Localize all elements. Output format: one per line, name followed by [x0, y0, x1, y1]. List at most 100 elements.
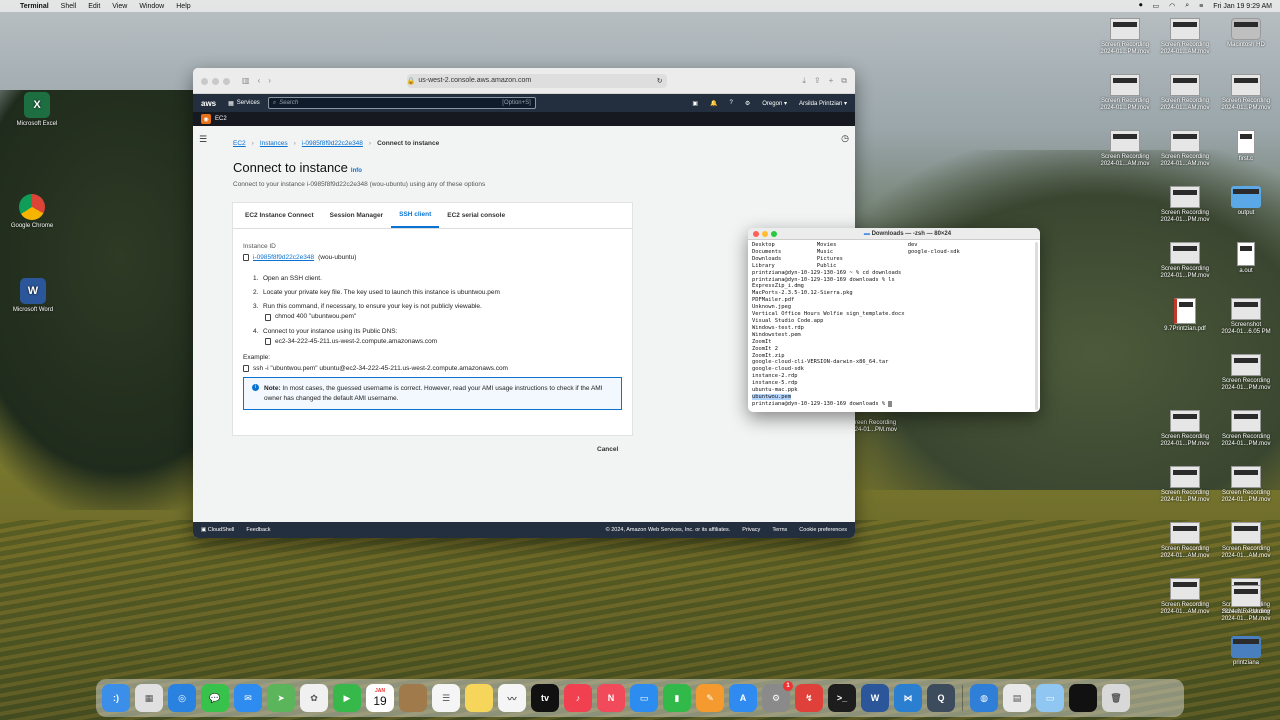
cookie-preferences-link[interactable]: Cookie preferences [799, 527, 847, 533]
desktop-icon-word[interactable]: W Microsoft Word [3, 278, 63, 314]
notes-brown-icon[interactable] [399, 684, 427, 712]
desktop-icon-file[interactable]: Screen Recording 2024-01...AM.mov [1155, 74, 1215, 112]
battery-icon[interactable]: ▭ [1152, 2, 1159, 10]
photos-icon[interactable]: ✿ [300, 684, 328, 712]
network-icon[interactable]: ◍ [970, 684, 998, 712]
cancel-button[interactable]: Cancel [597, 446, 618, 453]
terms-link[interactable]: Terms [772, 527, 787, 533]
menu-item-shell[interactable]: Shell [61, 3, 77, 10]
desktop-icon-file[interactable]: Screen Recording 2024-01...PM.mov [1216, 354, 1276, 392]
reminders-icon[interactable]: ☰ [432, 684, 460, 712]
sidebar-icon[interactable]: ▥ [242, 76, 250, 85]
hamburger-menu-icon[interactable]: ☰ [199, 134, 207, 145]
maps-icon[interactable]: ➤ [267, 684, 295, 712]
region-selector[interactable]: Oregon ▾ [762, 100, 787, 107]
quicktime-icon[interactable]: Q [927, 684, 955, 712]
numbers-icon[interactable]: ▮ [663, 684, 691, 712]
facetime-icon[interactable]: ▶ [333, 684, 361, 712]
word-icon[interactable]: W [861, 684, 889, 712]
folder-icon[interactable]: ▭ [1036, 684, 1064, 712]
menu-clock[interactable]: Fri Jan 19 9:29 AM [1213, 3, 1272, 10]
record-stop-icon[interactable]: ⏺ [1139, 2, 1143, 10]
notifications-icon[interactable]: 🔔 [710, 100, 717, 107]
breadcrumb-ec2[interactable]: EC2 [233, 140, 246, 147]
close-button[interactable] [201, 77, 208, 85]
desktop-icon-file[interactable]: Screen Recording 2024-01...AM.mov [1095, 130, 1155, 168]
terminal-output[interactable]: Desktop Movies dev Documents Music googl… [748, 240, 1040, 410]
menu-item-view[interactable]: View [112, 3, 127, 10]
zoom-button[interactable] [223, 77, 230, 85]
safari-icon[interactable]: ◎ [168, 684, 196, 712]
appstore-icon[interactable]: A [729, 684, 757, 712]
tab-ssh-client[interactable]: SSH client [391, 203, 440, 228]
copy-icon[interactable] [265, 338, 271, 346]
tabs-overview-icon[interactable]: ⧉ [841, 76, 847, 86]
finder-icon[interactable]: :) [102, 684, 130, 712]
wifi-icon[interactable]: ◠ [1169, 2, 1175, 10]
mail-icon[interactable]: ✉ [234, 684, 262, 712]
desktop-icon-file[interactable]: Screen Recording 2024-01...PM.mov [1216, 466, 1276, 504]
info-link[interactable]: Info [351, 168, 362, 174]
minimize-button[interactable] [762, 230, 768, 237]
scrollbar[interactable] [1035, 242, 1038, 410]
notes-icon[interactable] [465, 684, 493, 712]
close-button[interactable] [753, 230, 759, 237]
tab-ec2-instance-connect[interactable]: EC2 Instance Connect [237, 203, 322, 228]
settings-icon[interactable]: ⚙ [745, 100, 750, 107]
instance-id-link[interactable]: i-0985f8f9d22c2e348 [253, 254, 314, 261]
address-bar[interactable]: 🔒 us-west-2.console.aws.amazon.com ↻ [406, 73, 667, 88]
copy-icon[interactable] [265, 313, 271, 321]
services-menu[interactable]: ▦ Services [228, 100, 260, 107]
desktop-icon-file[interactable]: Screen Recording 2024-01...PM.mov [1155, 186, 1215, 224]
tab-session-manager[interactable]: Session Manager [322, 203, 391, 228]
desktop-icon-file[interactable]: Screen Recording 2024-01...PM.mov [1155, 410, 1215, 448]
privacy-link[interactable]: Privacy [742, 527, 760, 533]
copy-icon[interactable] [243, 254, 249, 261]
ec2-service-link[interactable]: EC2 [215, 116, 227, 122]
forward-icon[interactable]: › [268, 76, 271, 85]
keynote-icon[interactable]: ▭ [630, 684, 658, 712]
desktop-icon-file[interactable]: output [1216, 186, 1276, 217]
spotlight-icon[interactable]: ⌕ [1185, 2, 1189, 10]
account-menu[interactable]: Arsilda Printzian ▾ [799, 100, 847, 107]
aws-logo[interactable]: aws [201, 99, 216, 108]
desktop-icon-file[interactable]: first.c [1216, 130, 1276, 163]
music-icon[interactable]: ♪ [564, 684, 592, 712]
minimize-button[interactable] [212, 77, 219, 85]
control-center-icon[interactable]: ≡ [1199, 3, 1203, 10]
cloudshell-link[interactable]: ▣ CloudShell [201, 527, 234, 533]
download-icon[interactable]: ⤓ [802, 76, 806, 86]
desktop-icon-file[interactable]: Screen Recording 2024-01...PM.mov [1095, 18, 1155, 56]
share-icon[interactable]: ⇪ [814, 76, 821, 86]
menu-app-name[interactable]: Terminal [20, 3, 49, 10]
reload-icon[interactable]: ↻ [657, 77, 663, 85]
cloudshell-icon[interactable]: ▣ [692, 100, 698, 107]
menu-item-window[interactable]: Window [139, 3, 164, 10]
aws-search-input[interactable]: ⌕ Search [Option+S] [267, 97, 536, 109]
desktop-icon-file[interactable]: Macintosh HD [1216, 18, 1276, 49]
desktop-icon-file[interactable]: 9.7Printzian.pdf [1155, 298, 1215, 333]
launchpad-icon[interactable]: ▦ [135, 684, 163, 712]
messages-icon[interactable]: 💬 [201, 684, 229, 712]
breadcrumb-instances[interactable]: Instances [260, 140, 288, 147]
breadcrumb-instance-id[interactable]: i-0985f8f9d22c2e348 [302, 140, 363, 147]
desktop-icon-file[interactable]: Screen Recording 2024-01...AM.mov [1216, 522, 1276, 560]
desktop-icon-file[interactable]: a.out [1216, 242, 1276, 275]
back-icon[interactable]: ‹ [258, 76, 261, 85]
zoom-button[interactable] [771, 230, 777, 237]
feedback-link[interactable]: Feedback [246, 527, 270, 533]
menu-item-help[interactable]: Help [176, 3, 190, 10]
help-icon[interactable]: ? [730, 100, 733, 106]
preview-icon[interactable]: ▤ [1003, 684, 1031, 712]
copy-icon[interactable] [243, 364, 249, 372]
appletv-icon[interactable]: tv [531, 684, 559, 712]
vscode-icon[interactable]: ⋈ [894, 684, 922, 712]
desktop-icon-file[interactable]: Screen Recording 2024-01...AM.mov [1155, 578, 1215, 616]
desktop-icon-excel[interactable]: X Microsoft Excel [7, 92, 67, 128]
desktop-icon-chrome[interactable]: Google Chrome [2, 194, 62, 230]
settings-icon[interactable]: ⚙ 1 [762, 681, 793, 712]
calendar-icon[interactable]: JAN 19 [366, 684, 394, 712]
black-window-icon[interactable] [1069, 684, 1097, 712]
terminal-icon[interactable]: >_ [828, 684, 856, 712]
new-tab-icon[interactable]: + [829, 76, 834, 86]
